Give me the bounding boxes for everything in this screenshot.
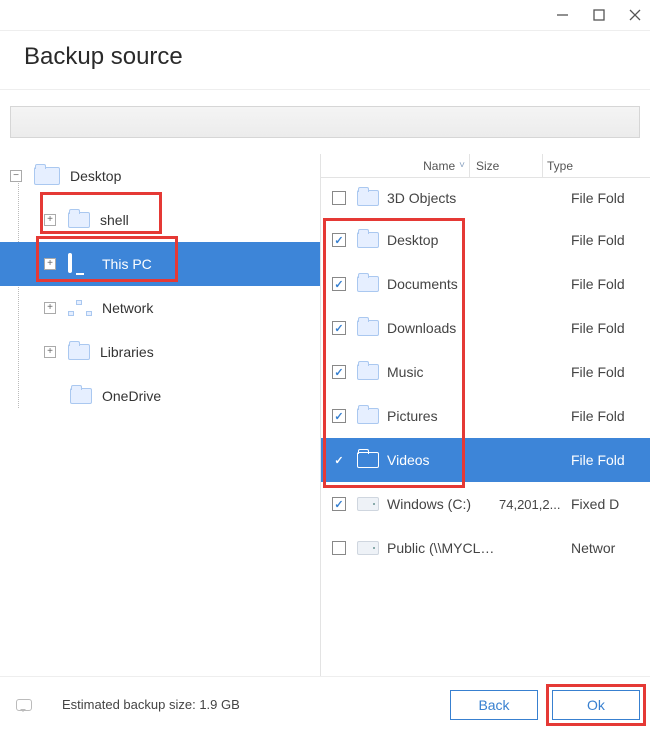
minimize-button[interactable]: [556, 8, 570, 22]
checkbox[interactable]: [332, 453, 346, 467]
checkbox[interactable]: [332, 409, 346, 423]
folder-icon: [34, 167, 60, 185]
tree-item-label: Libraries: [100, 344, 154, 360]
expander-icon[interactable]: +: [44, 214, 56, 226]
item-name: Pictures: [387, 408, 499, 424]
expander-icon[interactable]: +: [44, 258, 56, 270]
tree-item-label: shell: [100, 212, 129, 228]
item-name: Public (\\MYCLO...: [387, 540, 499, 556]
body: − Desktop + shell + This PC: [0, 154, 650, 676]
tree-pane: − Desktop + shell + This PC: [0, 154, 320, 676]
footer-buttons: Back Ok: [450, 690, 640, 720]
drive-icon: [357, 541, 379, 555]
pathbar-container: [0, 90, 650, 154]
checkbox[interactable]: [332, 321, 346, 335]
item-size: 74,201,2...: [499, 497, 571, 512]
tree-item-label: Desktop: [70, 168, 121, 184]
tree-item-label: This PC: [102, 256, 152, 272]
checkbox[interactable]: [332, 277, 346, 291]
item-name: Videos: [387, 452, 499, 468]
item-type: File Fold: [571, 452, 650, 468]
expander-icon[interactable]: −: [10, 170, 22, 182]
ok-button[interactable]: Ok: [552, 690, 640, 720]
maximize-button[interactable]: [592, 8, 606, 22]
item-type: File Fold: [571, 320, 650, 336]
folder-icon: [357, 364, 379, 380]
list-row[interactable]: Windows (C:)74,201,2...Fixed D: [321, 482, 650, 526]
list-row[interactable]: Videos File Fold: [321, 438, 650, 482]
back-button[interactable]: Back: [450, 690, 538, 720]
item-type: File Fold: [571, 276, 650, 292]
folder-icon: [68, 344, 90, 360]
folder-icon: [70, 388, 92, 404]
item-type: File Fold: [571, 408, 650, 424]
item-name: Music: [387, 364, 499, 380]
network-icon: [68, 300, 92, 316]
page-title: Backup source: [0, 30, 650, 90]
item-name: Downloads: [387, 320, 499, 336]
folder-icon: [357, 408, 379, 424]
tree-item-label: OneDrive: [102, 388, 161, 404]
list-row[interactable]: Public (\\MYCLO... Networ: [321, 526, 650, 570]
list-pane: Name ˅ Size Type 3D ObjectsFile FoldDesk…: [320, 154, 650, 676]
item-type: File Fold: [571, 190, 650, 206]
checkbox[interactable]: [332, 233, 346, 247]
expander-icon[interactable]: +: [44, 346, 56, 358]
titlebar: [0, 0, 650, 30]
checkbox[interactable]: [332, 365, 346, 379]
tree-item-network[interactable]: + Network: [0, 286, 320, 330]
path-input[interactable]: [10, 106, 640, 138]
checkbox[interactable]: [332, 497, 346, 511]
comment-icon[interactable]: [16, 699, 32, 711]
sort-indicator-icon: ˅: [459, 160, 465, 171]
footer: Estimated backup size: 1.9 GB Back Ok: [0, 676, 650, 732]
checkbox[interactable]: [332, 541, 346, 555]
tree-item-shell[interactable]: + shell: [0, 198, 320, 242]
pc-icon: [68, 255, 92, 273]
folder-icon: [357, 276, 379, 292]
list-row[interactable]: 3D Objects File Fold: [321, 178, 650, 218]
list-row[interactable]: Music File Fold: [321, 350, 650, 394]
tree: − Desktop + shell + This PC: [0, 154, 320, 418]
item-type: File Fold: [571, 232, 650, 248]
drive-icon: [357, 497, 379, 511]
folder-icon: [357, 452, 379, 468]
item-type: File Fold: [571, 364, 650, 380]
item-name: Documents: [387, 276, 499, 292]
expander-icon[interactable]: +: [44, 302, 56, 314]
item-type: Networ: [571, 540, 650, 556]
folder-icon: [357, 320, 379, 336]
column-header-type[interactable]: Type: [543, 159, 650, 173]
backup-source-window: Backup source − Desktop: [0, 0, 650, 732]
list-row[interactable]: Desktop File Fold: [321, 218, 650, 262]
tree-item-desktop[interactable]: − Desktop: [0, 154, 320, 198]
column-label: Name: [423, 159, 455, 173]
folder-icon: [357, 232, 379, 248]
list-row[interactable]: Documents File Fold: [321, 262, 650, 306]
column-header-name[interactable]: Name ˅: [381, 159, 469, 173]
list-body: 3D ObjectsFile FoldDesktopFile FoldDocum…: [321, 178, 650, 676]
estimated-size: Estimated backup size: 1.9 GB: [62, 697, 240, 712]
tree-item-onedrive[interactable]: OneDrive: [0, 374, 320, 418]
column-header-size[interactable]: Size: [470, 159, 542, 173]
tree-item-libraries[interactable]: + Libraries: [0, 330, 320, 374]
list-row[interactable]: Pictures File Fold: [321, 394, 650, 438]
folder-icon: [68, 212, 90, 228]
folder-icon: [357, 190, 379, 206]
item-name: 3D Objects: [387, 190, 499, 206]
list-row[interactable]: Downloads File Fold: [321, 306, 650, 350]
tree-item-this-pc[interactable]: + This PC: [0, 242, 320, 286]
item-name: Desktop: [387, 232, 499, 248]
list-header: Name ˅ Size Type: [321, 154, 650, 178]
checkbox[interactable]: [332, 191, 346, 205]
item-name: Windows (C:): [387, 496, 499, 512]
item-type: Fixed D: [571, 496, 650, 512]
close-button[interactable]: [628, 8, 642, 22]
tree-item-label: Network: [102, 300, 153, 316]
